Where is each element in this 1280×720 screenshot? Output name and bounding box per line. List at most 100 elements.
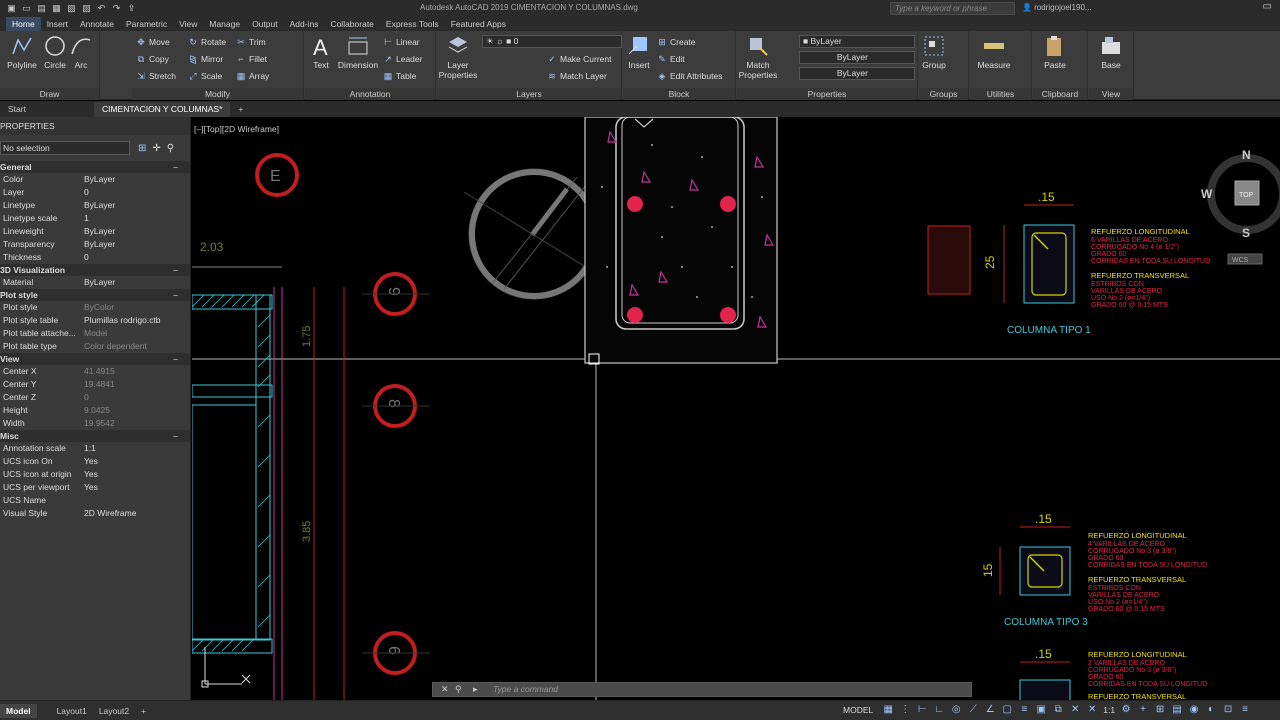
share-icon[interactable]: ⇪ <box>126 3 137 14</box>
isolate-objects-icon[interactable]: ◐ <box>1205 704 1217 716</box>
viewcube-south[interactable]: S <box>1242 226 1250 240</box>
recent-commands-icon[interactable]: ▸ <box>473 684 478 695</box>
viewcube-north[interactable]: N <box>1242 148 1251 162</box>
viewcube[interactable]: TOP N S W WCS <box>1201 148 1280 265</box>
lineweight-dropdown[interactable]: ByLayer <box>799 67 915 80</box>
property-row[interactable]: Thickness 0 <box>0 251 190 264</box>
clipboard-panel-title[interactable]: Clipboard <box>1033 88 1087 100</box>
layer-properties-button[interactable]: Layer Properties <box>437 34 479 80</box>
units-icon[interactable]: ⊞ <box>1154 704 1166 716</box>
scale-button[interactable]: ⤢ Scale <box>188 71 222 81</box>
selection-dropdown[interactable]: No selection <box>0 141 130 155</box>
select-objects-icon[interactable]: ✛ <box>152 143 160 154</box>
user-account[interactable]: 👤 rodrigojoel190... <box>1022 3 1092 12</box>
object-snap-icon[interactable]: ▢ <box>1001 704 1013 716</box>
tab-start[interactable]: Start <box>0 102 34 117</box>
block-panel-title[interactable]: Block <box>623 88 735 100</box>
property-value[interactable]: ByLayer <box>84 173 190 186</box>
array-button[interactable]: ▦ Array <box>236 71 270 81</box>
open-icon[interactable]: ▤ <box>36 3 47 14</box>
property-value[interactable]: Yes <box>84 481 190 494</box>
quick-properties-icon[interactable]: ▤ <box>1171 704 1183 716</box>
section-misc[interactable]: Misc – <box>0 430 190 442</box>
property-value[interactable]: Yes <box>84 455 190 468</box>
copy-button[interactable]: ⧉ Copy <box>136 54 169 64</box>
annotation-panel-title[interactable]: Annotation <box>305 88 435 100</box>
collapse-icon[interactable]: – <box>173 161 178 173</box>
property-row[interactable]: Height 9.0425 <box>0 404 190 417</box>
undo-icon[interactable]: ↶ <box>96 3 107 14</box>
close-cmdline-icon[interactable]: ✕ <box>441 684 449 695</box>
property-value[interactable]: Color dependent <box>84 340 190 353</box>
leader-button[interactable]: ↗ Leader <box>383 54 422 64</box>
ribbon-tab-collaborate[interactable]: Collaborate <box>324 17 379 31</box>
saveas-icon[interactable]: ▧ <box>66 3 77 14</box>
selection-cycling-icon[interactable]: ⧉ <box>1052 704 1064 716</box>
property-value[interactable]: ByLayer <box>84 238 190 251</box>
transparency-icon[interactable]: ▣ <box>1035 704 1047 716</box>
match-properties-button[interactable]: Match Properties <box>737 34 779 80</box>
property-value[interactable]: 0 <box>84 391 190 404</box>
window-controls[interactable]: ▭ <box>1263 1 1272 12</box>
save-icon[interactable]: ▦ <box>51 3 62 14</box>
infer-icon[interactable]: ⊢ <box>916 704 928 716</box>
property-row[interactable]: Color ByLayer <box>0 173 190 186</box>
property-row[interactable]: Material ByLayer <box>0 276 190 289</box>
ribbon-tab-output[interactable]: Output <box>246 17 284 31</box>
property-row[interactable]: Center Y 19.4841 <box>0 378 190 391</box>
property-value[interactable]: Model <box>84 327 190 340</box>
property-value[interactable]: 0 <box>84 251 190 264</box>
table-button[interactable]: ▦ Table <box>383 71 417 81</box>
property-row[interactable]: Linetype scale 1 <box>0 212 190 225</box>
toggle-pickadd-icon[interactable]: ⊞ <box>138 143 146 154</box>
auto-scale-icon[interactable]: ✕ <box>1086 704 1098 716</box>
hardware-acceleration-icon[interactable]: ◉ <box>1188 704 1200 716</box>
model-space-button[interactable]: MODEL <box>843 705 873 715</box>
linetype-dropdown[interactable]: ByLayer <box>799 51 915 64</box>
tab-layout1[interactable]: Layout1 <box>51 704 93 718</box>
print-icon[interactable]: ▨ <box>81 3 92 14</box>
ribbon-tab-view[interactable]: View <box>173 17 203 31</box>
ribbon-tab-featured-apps[interactable]: Featured Apps <box>445 17 512 31</box>
new-icon[interactable]: ▭ <box>21 3 32 14</box>
property-row[interactable]: Layer 0 <box>0 186 190 199</box>
edit-block-button[interactable]: ✎ Edit <box>657 54 684 64</box>
property-row[interactable]: Width 19.9542 <box>0 417 190 430</box>
property-row[interactable]: Plot style ByColor <box>0 301 190 314</box>
snap-icon[interactable]: ⋮ <box>899 704 911 716</box>
group-button[interactable]: Group <box>919 34 949 70</box>
settings-icon[interactable]: ⚙ <box>1120 704 1132 716</box>
section-general[interactable]: General – <box>0 161 190 173</box>
property-value[interactable]: 19.9542 <box>84 417 190 430</box>
annotation-scale[interactable]: 1:1 <box>1103 705 1115 715</box>
property-row[interactable]: Center X 41.4915 <box>0 365 190 378</box>
viewcube-top[interactable]: TOP <box>1239 192 1254 199</box>
edit-attributes-button[interactable]: ◈ Edit Attributes <box>657 71 723 81</box>
property-row[interactable]: UCS Name <box>0 494 190 507</box>
fillet-button[interactable]: ⌐ Fillet <box>236 54 267 64</box>
command-input[interactable]: Type a command <box>493 684 558 694</box>
property-value[interactable]: 1 <box>84 212 190 225</box>
ribbon-tab-insert[interactable]: Insert <box>41 17 74 31</box>
ribbon-tab-manage[interactable]: Manage <box>203 17 246 31</box>
utilities-panel-title[interactable]: Utilities <box>970 88 1031 100</box>
paste-button[interactable]: Paste <box>1035 34 1075 70</box>
property-value[interactable]: 19.4841 <box>84 378 190 391</box>
property-value[interactable]: ByLayer <box>84 276 190 289</box>
lineweight-icon[interactable]: ≡ <box>1018 704 1030 716</box>
move-button[interactable]: ✥ Move <box>136 37 170 47</box>
ribbon-tab-express-tools[interactable]: Express Tools <box>380 17 445 31</box>
property-row[interactable]: UCS icon at origin Yes <box>0 468 190 481</box>
stretch-button[interactable]: ⇲ Stretch <box>136 71 176 81</box>
property-value[interactable]: Yes <box>84 468 190 481</box>
property-row[interactable]: UCS per viewport Yes <box>0 481 190 494</box>
base-button[interactable]: Base <box>1091 34 1131 70</box>
property-row[interactable]: Plot table attache... Model <box>0 327 190 340</box>
tab-layout2[interactable]: Layout2 <box>93 704 135 718</box>
property-row[interactable]: Transparency ByLayer <box>0 238 190 251</box>
object-snap-tracking-icon[interactable]: ∠ <box>984 704 996 716</box>
create-block-button[interactable]: ⊞ Create <box>657 37 695 47</box>
customization-icon[interactable]: ≡ <box>1239 704 1251 716</box>
drawing-canvas[interactable]: [–][Top][2D Wireframe] 2.03 1.75 3.85 E … <box>192 117 1280 700</box>
tab-model[interactable]: Model <box>0 703 37 718</box>
